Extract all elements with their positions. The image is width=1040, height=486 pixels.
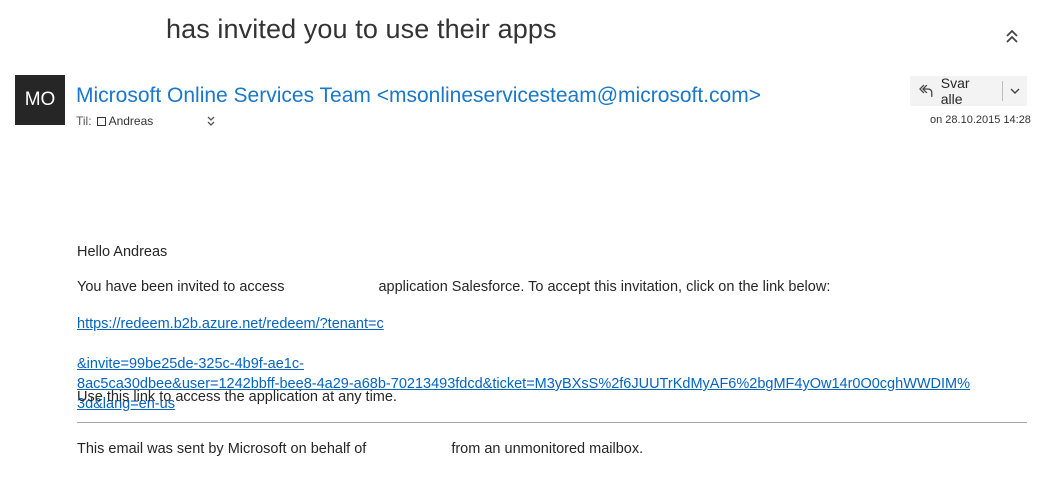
reply-all-icon — [919, 84, 933, 97]
sent-date: on 28.10.2015 14:28 — [930, 114, 1031, 126]
invite-paragraph: You have been invited to access applicati… — [77, 279, 830, 295]
email-subject: has invited you to use their apps — [166, 14, 557, 44]
footer-text-end: from an unmonitored mailbox. — [451, 441, 644, 457]
expand-recipients-button[interactable] — [205, 114, 217, 128]
double-chevron-down-icon — [207, 116, 215, 126]
invite-text-end: application Salesforce. To accept this i… — [378, 279, 831, 295]
to-label: Til: — [76, 114, 92, 128]
greeting: Hello Andreas — [77, 244, 168, 260]
double-chevron-up-icon — [1006, 29, 1018, 43]
collapse-button[interactable] — [1000, 24, 1024, 48]
sender-name[interactable]: Microsoft Online Services Team <msonline… — [76, 84, 761, 108]
avatar: MO — [15, 75, 65, 125]
reply-all-button[interactable]: Svar alle — [910, 75, 994, 107]
recipient-name[interactable]: Andreas — [109, 114, 154, 128]
link-line-1: https://redeem.b2b.azure.net/redeem/?ten… — [77, 316, 384, 372]
divider — [77, 422, 1027, 423]
chevron-down-icon — [1010, 88, 1020, 94]
invite-text-start: You have been invited to access — [77, 279, 285, 295]
footer-text-start: This email was sent by Microsoft on beha… — [77, 441, 367, 457]
reply-options-dropdown[interactable] — [1003, 76, 1027, 106]
reply-all-split-button: Svar alle — [910, 75, 1027, 107]
footer-text: This email was sent by Microsoft on beha… — [77, 441, 643, 457]
recipient-checkbox[interactable] — [96, 116, 106, 126]
recipients-line: Til: Andreas — [76, 114, 153, 128]
use-link-text: Use this link to access the application … — [77, 389, 397, 405]
reply-all-label: Svar alle — [940, 75, 970, 107]
avatar-initials: MO — [24, 89, 56, 110]
